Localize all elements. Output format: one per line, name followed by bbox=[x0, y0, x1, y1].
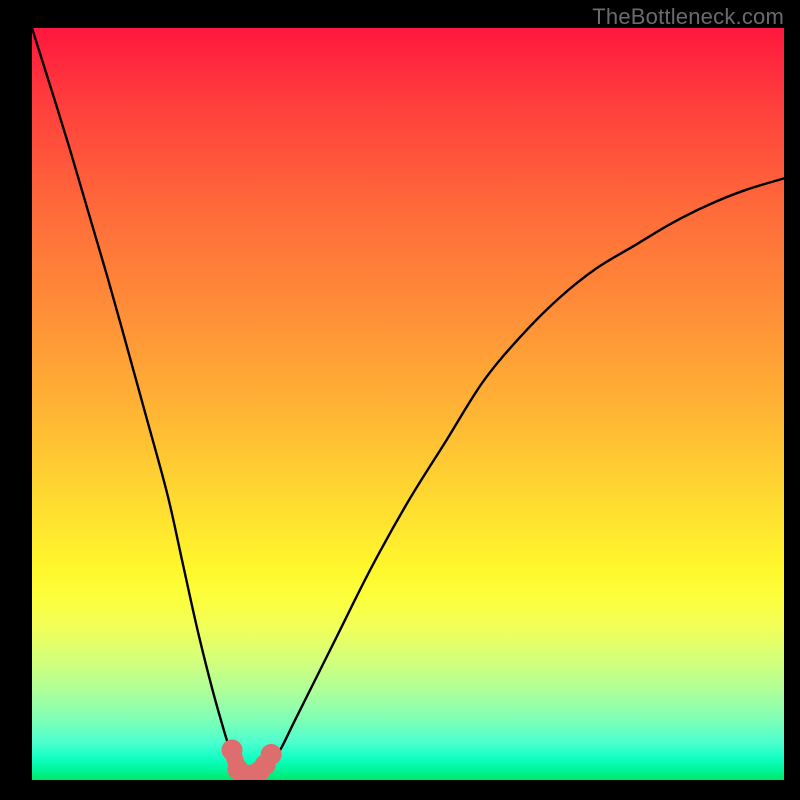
plot-area bbox=[32, 28, 784, 780]
dip-marker bbox=[261, 744, 282, 765]
bottleneck-curve bbox=[32, 28, 784, 773]
watermark: TheBottleneck.com bbox=[592, 4, 784, 30]
chart-svg bbox=[32, 28, 784, 780]
chart-container: TheBottleneck.com bbox=[0, 0, 800, 800]
dip-marker bbox=[222, 739, 243, 760]
